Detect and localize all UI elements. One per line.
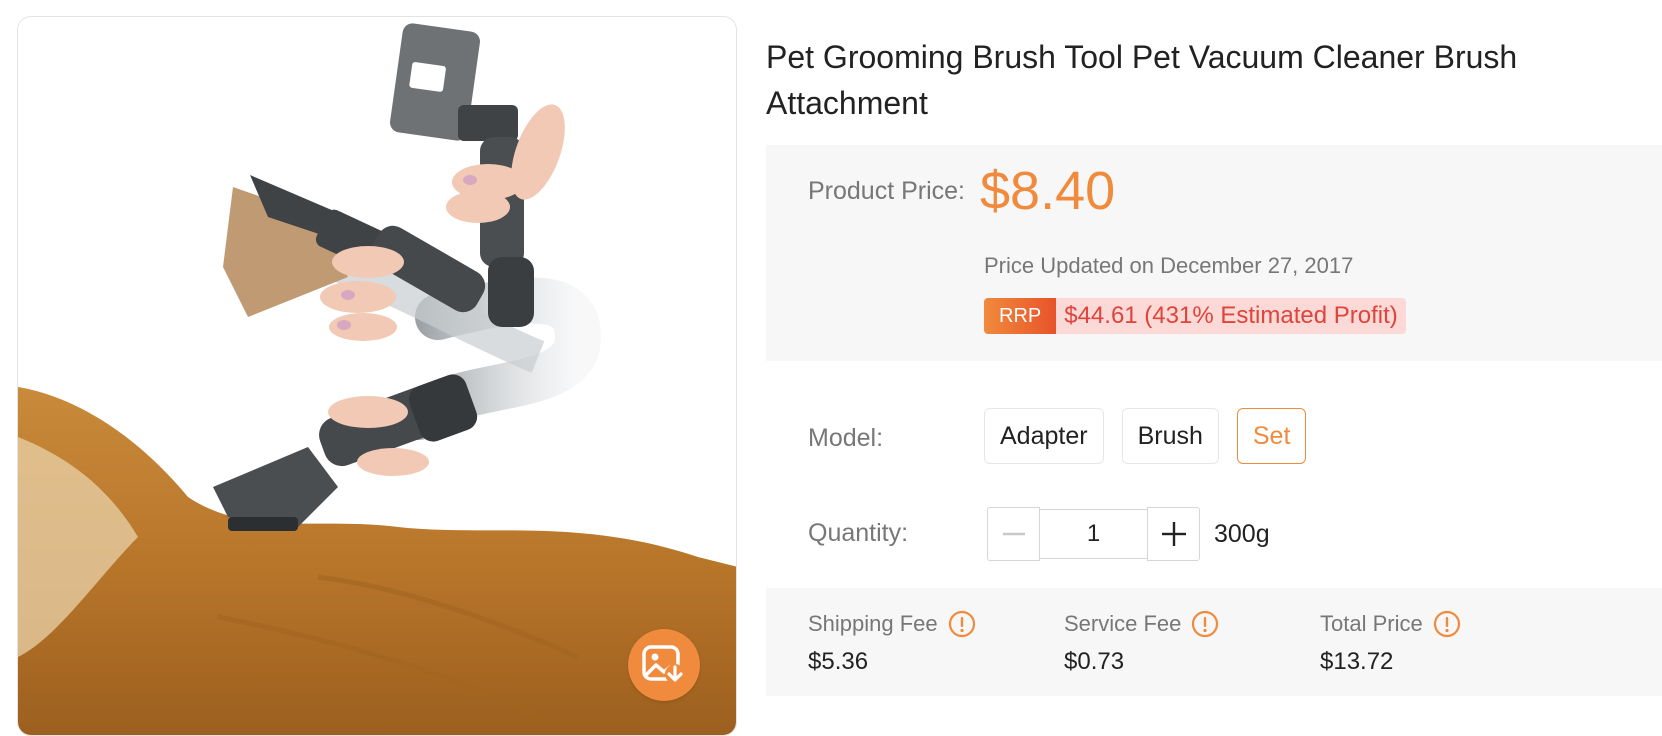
fees-panel: Shipping Fee $5.36 Service Fee $0.73 Tot…: [766, 588, 1662, 696]
weight-text: 300g: [1214, 520, 1270, 548]
product-price-value: $8.40: [980, 161, 1116, 221]
rrp-badge: RRP: [984, 298, 1057, 334]
image-download-icon: [642, 645, 685, 684]
quantity-label: Quantity:: [808, 519, 909, 547]
model-options: Adapter Brush Set: [984, 408, 1307, 464]
shipping-fee: Shipping Fee $5.36: [808, 610, 976, 676]
service-fee: Service Fee $0.73: [1064, 610, 1219, 676]
shipping-fee-label: Shipping Fee: [808, 611, 938, 636]
minus-icon: [1002, 532, 1025, 536]
plus-icon: [1161, 522, 1186, 546]
price-updated-text: Price Updated on December 27, 2017: [984, 253, 1354, 278]
total-price-label: Total Price: [1320, 611, 1423, 636]
info-icon[interactable]: [948, 610, 976, 638]
info-icon[interactable]: [1191, 610, 1219, 638]
info-icon[interactable]: [1433, 610, 1461, 638]
price-panel: Product Price: $8.40 Price Updated on De…: [766, 145, 1662, 361]
quantity-input[interactable]: [1040, 509, 1147, 559]
total-price-value: $13.72: [1320, 648, 1394, 675]
model-option-adapter[interactable]: Adapter: [984, 408, 1104, 464]
quantity-stepper: [987, 507, 1200, 561]
total-price: Total Price $13.72: [1320, 610, 1461, 676]
product-price-label: Product Price:: [808, 177, 966, 205]
service-fee-label: Service Fee: [1064, 611, 1182, 636]
product-photo: [18, 17, 736, 735]
quantity-decrease-button[interactable]: [987, 507, 1040, 561]
product-title: Pet Grooming Brush Tool Pet Vacuum Clean…: [766, 39, 1518, 121]
save-image-button[interactable]: [628, 629, 700, 701]
model-option-brush[interactable]: Brush: [1121, 408, 1219, 464]
quantity-increase-button[interactable]: [1147, 507, 1200, 561]
rrp-row: RRP $44.61 (431% Estimated Profit): [984, 298, 1406, 334]
model-option-set[interactable]: Set: [1236, 408, 1307, 464]
shipping-fee-value: $5.36: [808, 648, 869, 675]
rrp-value: $44.61 (431% Estimated Profit): [1056, 298, 1406, 334]
service-fee-value: $0.73: [1064, 648, 1125, 675]
model-label: Model:: [808, 424, 884, 452]
product-image-panel: [17, 16, 737, 736]
